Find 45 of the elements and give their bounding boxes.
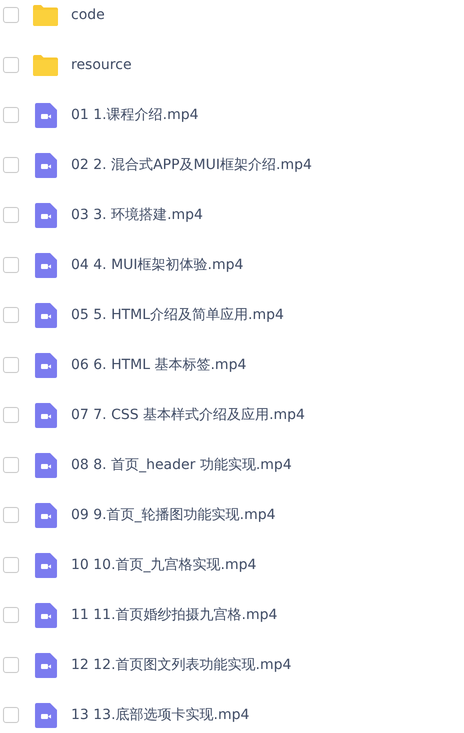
video-file-icon: [34, 102, 56, 128]
checkbox[interactable]: [3, 257, 19, 273]
file-name[interactable]: 08 8. 首页_header 功能实现.mp4: [71, 456, 292, 474]
file-name[interactable]: 02 2. 混合式APP及MUI框架介绍.mp4: [71, 156, 312, 174]
checkbox[interactable]: [3, 157, 19, 173]
video-file-icon: [34, 202, 56, 228]
checkbox[interactable]: [3, 457, 19, 473]
file-name[interactable]: 12 12.首页图文列表功能实现.mp4: [71, 656, 292, 674]
video-file-icon: [34, 552, 56, 578]
checkbox[interactable]: [3, 557, 19, 573]
checkbox[interactable]: [3, 107, 19, 123]
file-name[interactable]: 05 5. HTML介绍及简单应用.mp4: [71, 306, 284, 324]
file-name[interactable]: code: [71, 7, 105, 23]
video-file-icon: [34, 652, 56, 678]
file-name[interactable]: 13 13.底部选项卡实现.mp4: [71, 706, 250, 724]
checkbox[interactable]: [3, 357, 19, 373]
video-file-icon: [34, 402, 56, 428]
checkbox[interactable]: [3, 57, 19, 73]
video-file-icon: [34, 252, 56, 278]
checkbox[interactable]: [3, 657, 19, 673]
file-name[interactable]: 10 10.首页_九宫格实现.mp4: [71, 556, 256, 574]
video-file-icon: [34, 452, 56, 478]
video-file-icon: [34, 302, 56, 328]
checkbox[interactable]: [3, 207, 19, 223]
checkbox[interactable]: [3, 307, 19, 323]
checkbox[interactable]: [3, 407, 19, 423]
file-name[interactable]: 06 6. HTML 基本标签.mp4: [71, 356, 246, 374]
video-file-icon: [34, 352, 56, 378]
file-name[interactable]: 03 3. 环境搭建.mp4: [71, 206, 203, 224]
file-name[interactable]: 11 11.首页婚纱拍摄九宫格.mp4: [71, 606, 278, 624]
file-name[interactable]: 07 7. CSS 基本样式介绍及应用.mp4: [71, 406, 305, 424]
file-name[interactable]: 04 4. MUI框架初体验.mp4: [71, 256, 244, 274]
video-file-icon: [34, 702, 56, 728]
video-file-icon: [34, 502, 56, 528]
file-name[interactable]: 09 9.首页_轮播图功能实现.mp4: [71, 506, 276, 524]
checkbox[interactable]: [3, 7, 19, 23]
video-file-icon: [34, 152, 56, 178]
file-name[interactable]: 01 1.课程介绍.mp4: [71, 106, 199, 124]
video-file-icon: [34, 602, 56, 628]
checkbox[interactable]: [3, 507, 19, 523]
checkbox[interactable]: [3, 707, 19, 723]
checkbox[interactable]: [3, 607, 19, 623]
folder-icon: [33, 54, 58, 76]
file-name[interactable]: resource: [71, 57, 132, 73]
folder-icon: [33, 4, 58, 26]
